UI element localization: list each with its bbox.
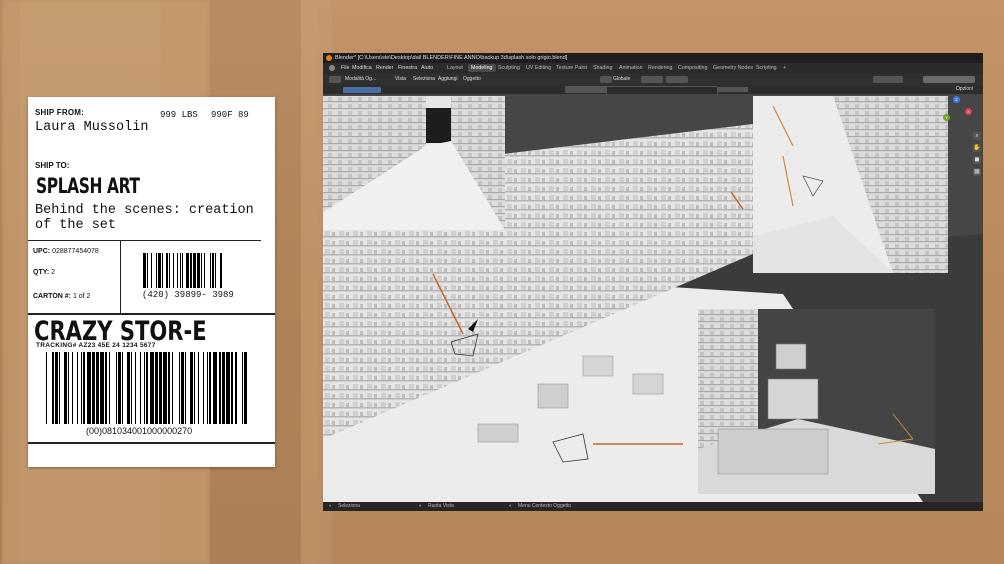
label-divider-vertical: [120, 240, 121, 313]
select-mode-buttons[interactable]: [343, 87, 381, 93]
tracking-number: TRACKING# AZ23 45E 24 1234 5677: [36, 342, 156, 349]
snap-button[interactable]: [666, 76, 688, 83]
shading-buttons[interactable]: [923, 76, 975, 83]
tab-rendering[interactable]: Rendering: [648, 65, 672, 71]
add-workspace-button[interactable]: +: [783, 65, 786, 71]
editor-type-button[interactable]: [329, 76, 341, 83]
3d-viewport[interactable]: Z X Y ⌕ ✋ ◼ ▦: [323, 94, 983, 502]
overlay-buttons[interactable]: [873, 76, 903, 83]
barcode-small-number: (420) 39899- 3989: [142, 290, 234, 300]
label-divider: [28, 240, 261, 241]
tab-shading[interactable]: Shading: [593, 65, 612, 71]
carton-row: CARTON #: 1 of 2: [33, 293, 90, 300]
label-divider-thick: [28, 313, 275, 315]
menu-seleziona[interactable]: Seleziona: [413, 76, 435, 82]
upc-value: 028877454078: [52, 248, 99, 255]
filter-buttons[interactable]: [718, 87, 748, 92]
weight-code: 990F 89: [211, 110, 249, 120]
tab-sculpting[interactable]: Sculpting: [498, 65, 520, 71]
tab-layout[interactable]: Layout: [447, 65, 463, 71]
qty-value: 2: [51, 269, 56, 276]
menu-finestra[interactable]: Finestra: [398, 65, 417, 71]
navigation-gizmo[interactable]: Z X Y: [941, 96, 975, 130]
tab-geometry-nodes[interactable]: Geometry Nodes: [713, 65, 753, 71]
menu-aggiungi[interactable]: Aggiungi: [438, 76, 457, 82]
upc-label: UPC:: [33, 248, 51, 255]
ship-to-title: SHIP TO:: [35, 161, 70, 170]
transform-orientation[interactable]: Globale: [613, 76, 630, 82]
window-title: Blender* [C:\Users\ste\Desktop\dall BLEN…: [335, 55, 568, 61]
barcode-big: [46, 352, 249, 424]
ship-from-title: SHIP FROM:: [35, 108, 84, 117]
to-description: Behind the scenes: creation of the set: [35, 203, 254, 233]
status-select: Seleziona: [338, 503, 360, 509]
barcode-small: [143, 253, 223, 288]
qty-row: QTY: 2: [33, 269, 55, 276]
status-context: Menu Contesto Oggetto: [518, 503, 572, 509]
status-mouse-icon-3: ◐: [509, 503, 513, 509]
tool-header: Opzioni: [323, 85, 983, 95]
camera-view-icon[interactable]: ◼: [973, 156, 981, 164]
to-name: SPLASH ART: [36, 174, 140, 198]
tab-uv-editing[interactable]: UV Editing: [526, 65, 551, 71]
menu-render[interactable]: Render: [376, 65, 393, 71]
orientation-icon[interactable]: [600, 76, 612, 83]
pivot-button[interactable]: [641, 76, 663, 83]
blender-window: Blender* [C:\Users\ste\Desktop\dall BLEN…: [323, 53, 983, 511]
label-divider-bottom: [28, 442, 275, 444]
status-mouse-icon-2: ◐: [419, 503, 423, 509]
title-bar: Blender* [C:\Users\ste\Desktop\dall BLEN…: [323, 53, 983, 63]
inset-corner-view: [753, 96, 948, 273]
pan-hand-icon[interactable]: ✋: [973, 144, 981, 152]
cardboard-crease: [300, 0, 320, 564]
carton-value: 1 of 2: [72, 293, 91, 300]
shipping-label: SHIP FROM: 999 LBS 990F 89 Laura Mussoli…: [28, 97, 275, 467]
options-button[interactable]: Opzioni: [956, 86, 973, 92]
menu-file[interactable]: File: [341, 65, 350, 71]
tab-compositing[interactable]: Compositing: [678, 65, 707, 71]
from-name: Laura Mussolin: [35, 120, 149, 135]
inset-robot-view: [698, 309, 935, 494]
menu-oggetto[interactable]: Oggetto: [463, 76, 481, 82]
blender-logo-icon: [326, 55, 332, 61]
menu-vista[interactable]: Vista: [395, 76, 406, 82]
tab-modeling[interactable]: Modeling: [468, 64, 496, 72]
status-mouse-icon: ◐: [329, 503, 333, 509]
tab-texture-paint[interactable]: Texture Paint: [556, 65, 587, 71]
gizmo-z-icon[interactable]: Z: [953, 96, 960, 103]
zoom-icon[interactable]: ⌕: [973, 132, 981, 140]
inset-aisle-view: [323, 96, 505, 230]
gizmo-x-icon[interactable]: X: [965, 108, 972, 115]
barcode-big-number: (00)081034001000000270: [86, 426, 193, 436]
grid-toggle-icon[interactable]: ▦: [973, 168, 981, 176]
viewport-header: Modalità Og... Vista Seleziona Aggiungi …: [323, 74, 983, 85]
top-menu-bar: File Modifica Render Finestra Aiuto Layo…: [323, 63, 983, 74]
mode-selector[interactable]: Modalità Og...: [345, 76, 376, 82]
gizmo-y-icon[interactable]: Y: [943, 114, 950, 121]
menu-aiuto[interactable]: Aiuto: [421, 65, 433, 71]
upc-row: UPC: 028877454078: [33, 248, 99, 255]
weight: 999 LBS: [160, 110, 198, 120]
carton-label: CARTON #:: [33, 293, 71, 300]
status-rotate: Ruota Vista: [428, 503, 454, 509]
menu-modifica[interactable]: Modifica: [352, 65, 372, 71]
qty-label: QTY:: [33, 269, 50, 276]
blender-menu-icon[interactable]: [329, 65, 335, 71]
status-bar: ◐ Seleziona ◐ Ruota Vista ◐ Menu Contest…: [323, 502, 983, 511]
tab-animation[interactable]: Animation: [619, 65, 643, 71]
tab-scripting[interactable]: Scripting: [756, 65, 777, 71]
